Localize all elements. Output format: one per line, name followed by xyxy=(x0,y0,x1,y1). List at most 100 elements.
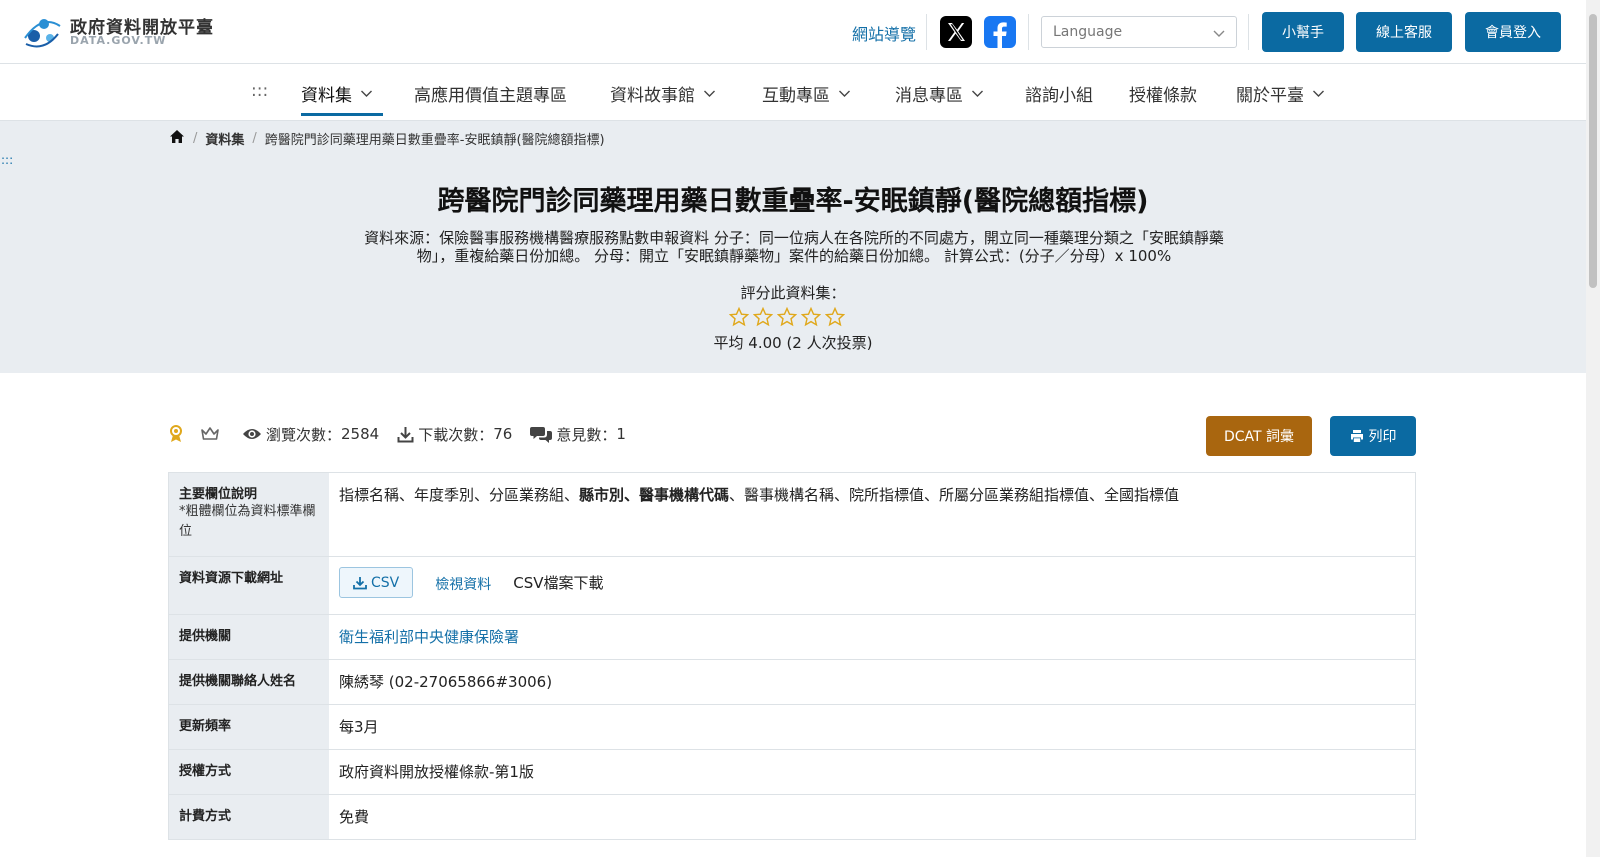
nav-item-datasets[interactable]: 資料集 xyxy=(301,81,373,106)
comments-label: 意見數： xyxy=(556,425,617,444)
online-support-button[interactable]: 線上客服 xyxy=(1356,12,1452,52)
chevron-down-icon xyxy=(972,90,983,97)
header-divider xyxy=(1248,14,1249,50)
rating-average: 平均 4.00 (2 人次投票) xyxy=(713,334,873,352)
breadcrumb-home[interactable] xyxy=(169,129,185,148)
nav-item-label: 互動專區 xyxy=(762,86,830,106)
comments-count: 1 xyxy=(616,425,626,443)
fee-value: 免費 xyxy=(339,808,370,826)
dataset-description: 資料來源：保險醫事服務機構醫療服務點數申報資料 分子：同一位病人在各院所的不同處… xyxy=(364,229,1224,265)
view-data-link[interactable]: 檢視資料 xyxy=(435,574,491,594)
license-value: 政府資料開放授權條款-第1版 xyxy=(339,763,534,781)
dataset-hero: / 資料集 / 跨醫院門診同藥理用藥日數重疊率-安眠鎮靜(醫院總額指標) :::… xyxy=(0,121,1586,373)
row-header: 提供機關 xyxy=(169,615,329,659)
site-logo[interactable]: 政府資料開放平臺 DATA.GOV.TW xyxy=(22,10,222,52)
eye-icon xyxy=(243,429,261,439)
chevron-down-icon xyxy=(839,90,850,97)
nav-item-label: 高應用價值主題專區 xyxy=(414,86,567,106)
table-row: 資料資源下載網址 CSV 檢視資料 CSV檔案下載 xyxy=(168,557,1416,615)
table-row: 更新頻率 每3月 xyxy=(168,705,1416,750)
print-button-label: 列印 xyxy=(1368,429,1397,445)
row-header: 主要欄位說明 *粗體欄位為資料標準欄位 xyxy=(169,473,329,556)
nav-item-label: 關於平臺 xyxy=(1236,86,1304,106)
nav-item-label: 消息專區 xyxy=(895,86,963,106)
facebook-share-button[interactable] xyxy=(984,16,1016,48)
row-header: 計費方式 xyxy=(169,795,329,839)
facebook-logo-icon xyxy=(993,22,1007,48)
language-select-value: Language xyxy=(1053,24,1123,40)
row-header: 提供機關聯絡人姓名 xyxy=(169,660,329,704)
row-header: 授權方式 xyxy=(169,750,329,794)
frequency-value: 每3月 xyxy=(339,718,379,736)
helper-button[interactable]: 小幫手 xyxy=(1262,12,1344,52)
contact-value: 陳綉琴 (02-27065866#3006) xyxy=(339,673,553,691)
dataset-metadata-table: 主要欄位說明 *粗體欄位為資料標準欄位 指標名稱、年度季別、分區業務組、縣市別、… xyxy=(168,472,1416,840)
nav-item-high-value[interactable]: 高應用價值主題專區 xyxy=(414,81,567,106)
star-icon[interactable] xyxy=(777,307,797,327)
star-icon[interactable] xyxy=(801,307,821,327)
fields-normal-start: 指標名稱、年度季別、分區業務組、 xyxy=(339,486,580,504)
rating-stars[interactable] xyxy=(729,307,849,327)
nav-item-label: 資料故事館 xyxy=(610,86,695,106)
chevron-down-icon xyxy=(361,90,372,97)
table-row: 提供機關聯絡人姓名 陳綉琴 (02-27065866#3006) xyxy=(168,660,1416,705)
language-select[interactable]: Language xyxy=(1041,16,1237,48)
download-icon xyxy=(397,426,414,442)
chevron-down-icon xyxy=(1213,30,1225,37)
print-button[interactable]: 列印 xyxy=(1330,416,1416,456)
breadcrumb: / 資料集 / 跨醫院門診同藥理用藥日數重疊率-安眠鎮靜(醫院總額指標) xyxy=(169,129,605,148)
nav-active-indicator xyxy=(301,113,383,116)
header-divider xyxy=(1028,14,1029,50)
x-logo-icon xyxy=(948,23,965,41)
comments-icon xyxy=(530,427,553,443)
scrollbar-thumb[interactable] xyxy=(1589,14,1597,288)
sitemap-link[interactable]: 網站導覽 xyxy=(852,21,916,45)
row-header: 資料資源下載網址 xyxy=(169,557,329,614)
csv-download-button[interactable]: CSV xyxy=(339,567,414,598)
member-login-button[interactable]: 會員登入 xyxy=(1465,12,1561,52)
logo-subtitle: DATA.GOV.TW xyxy=(70,34,167,47)
nav-item-data-stories[interactable]: 資料故事館 xyxy=(610,81,716,106)
page-scrollbar[interactable] xyxy=(1586,0,1600,857)
views-label: 瀏覽次數： xyxy=(266,425,342,444)
dcat-vocabulary-button[interactable]: DCAT 詞彙 xyxy=(1206,416,1312,456)
nav-item-license[interactable]: 授權條款 xyxy=(1129,81,1197,106)
star-icon[interactable] xyxy=(753,307,773,327)
fields-normal-end: 、醫事機構名稱、院所指標值、所屬分區業務組指標值、全國指標值 xyxy=(729,486,1180,504)
printer-icon xyxy=(1350,430,1363,442)
nav-item-label: 資料集 xyxy=(301,86,352,106)
star-icon[interactable] xyxy=(729,307,749,327)
provider-link[interactable]: 衛生福利部中央健康保險署 xyxy=(339,628,519,646)
breadcrumb-datasets[interactable]: 資料集 xyxy=(205,129,244,148)
fields-label: 主要欄位說明 xyxy=(179,487,258,502)
chevron-down-icon xyxy=(1313,90,1324,97)
crown-icon xyxy=(201,427,219,440)
nav-item-about[interactable]: 關於平臺 xyxy=(1236,81,1325,106)
dataset-stats: 瀏覽次數： 2584 下載次數： 76 意見數： 1 xyxy=(168,422,644,446)
nav-skip-link[interactable]: ::: xyxy=(251,81,268,101)
header-divider xyxy=(926,14,927,50)
table-row: 提供機關 衛生福利部中央健康保險署 xyxy=(168,615,1416,660)
nav-item-label: 諮詢小組 xyxy=(1025,86,1093,106)
nav-item-advisory[interactable]: 諮詢小組 xyxy=(1025,81,1093,106)
breadcrumb-current: 跨醫院門診同藥理用藥日數重疊率-安眠鎮靜(醫院總額指標) xyxy=(264,133,605,148)
home-icon xyxy=(170,130,184,143)
breadcrumb-separator: / xyxy=(252,131,257,146)
star-icon[interactable] xyxy=(825,307,845,327)
nav-item-interactive[interactable]: 互動專區 xyxy=(762,81,851,106)
table-row: 計費方式 免費 xyxy=(168,795,1416,840)
fields-standard: 縣市別、醫事機構代碼 xyxy=(579,486,730,504)
site-header: 政府資料開放平臺 DATA.GOV.TW 網站導覽 Language 小幫手 線… xyxy=(0,0,1586,64)
provider-value: 衛生福利部中央健康保險署 xyxy=(329,615,1415,659)
content-skip-link[interactable]: ::: xyxy=(1,153,13,167)
resource-value: CSV 檢視資料 CSV檔案下載 xyxy=(329,557,1415,614)
breadcrumb-separator: / xyxy=(193,131,198,146)
page-title: 跨醫院門診同藥理用藥日數重疊率-安眠鎮靜(醫院總額指標) xyxy=(437,186,1149,217)
downloads-count: 76 xyxy=(493,425,513,443)
chevron-down-icon xyxy=(704,90,715,97)
x-twitter-share-button[interactable] xyxy=(940,16,972,48)
fields-note: *粗體欄位為資料標準欄位 xyxy=(179,504,316,539)
nav-item-news[interactable]: 消息專區 xyxy=(895,81,984,106)
table-row: 主要欄位說明 *粗體欄位為資料標準欄位 指標名稱、年度季別、分區業務組、縣市別、… xyxy=(168,473,1416,557)
nav-item-label: 授權條款 xyxy=(1129,86,1197,106)
